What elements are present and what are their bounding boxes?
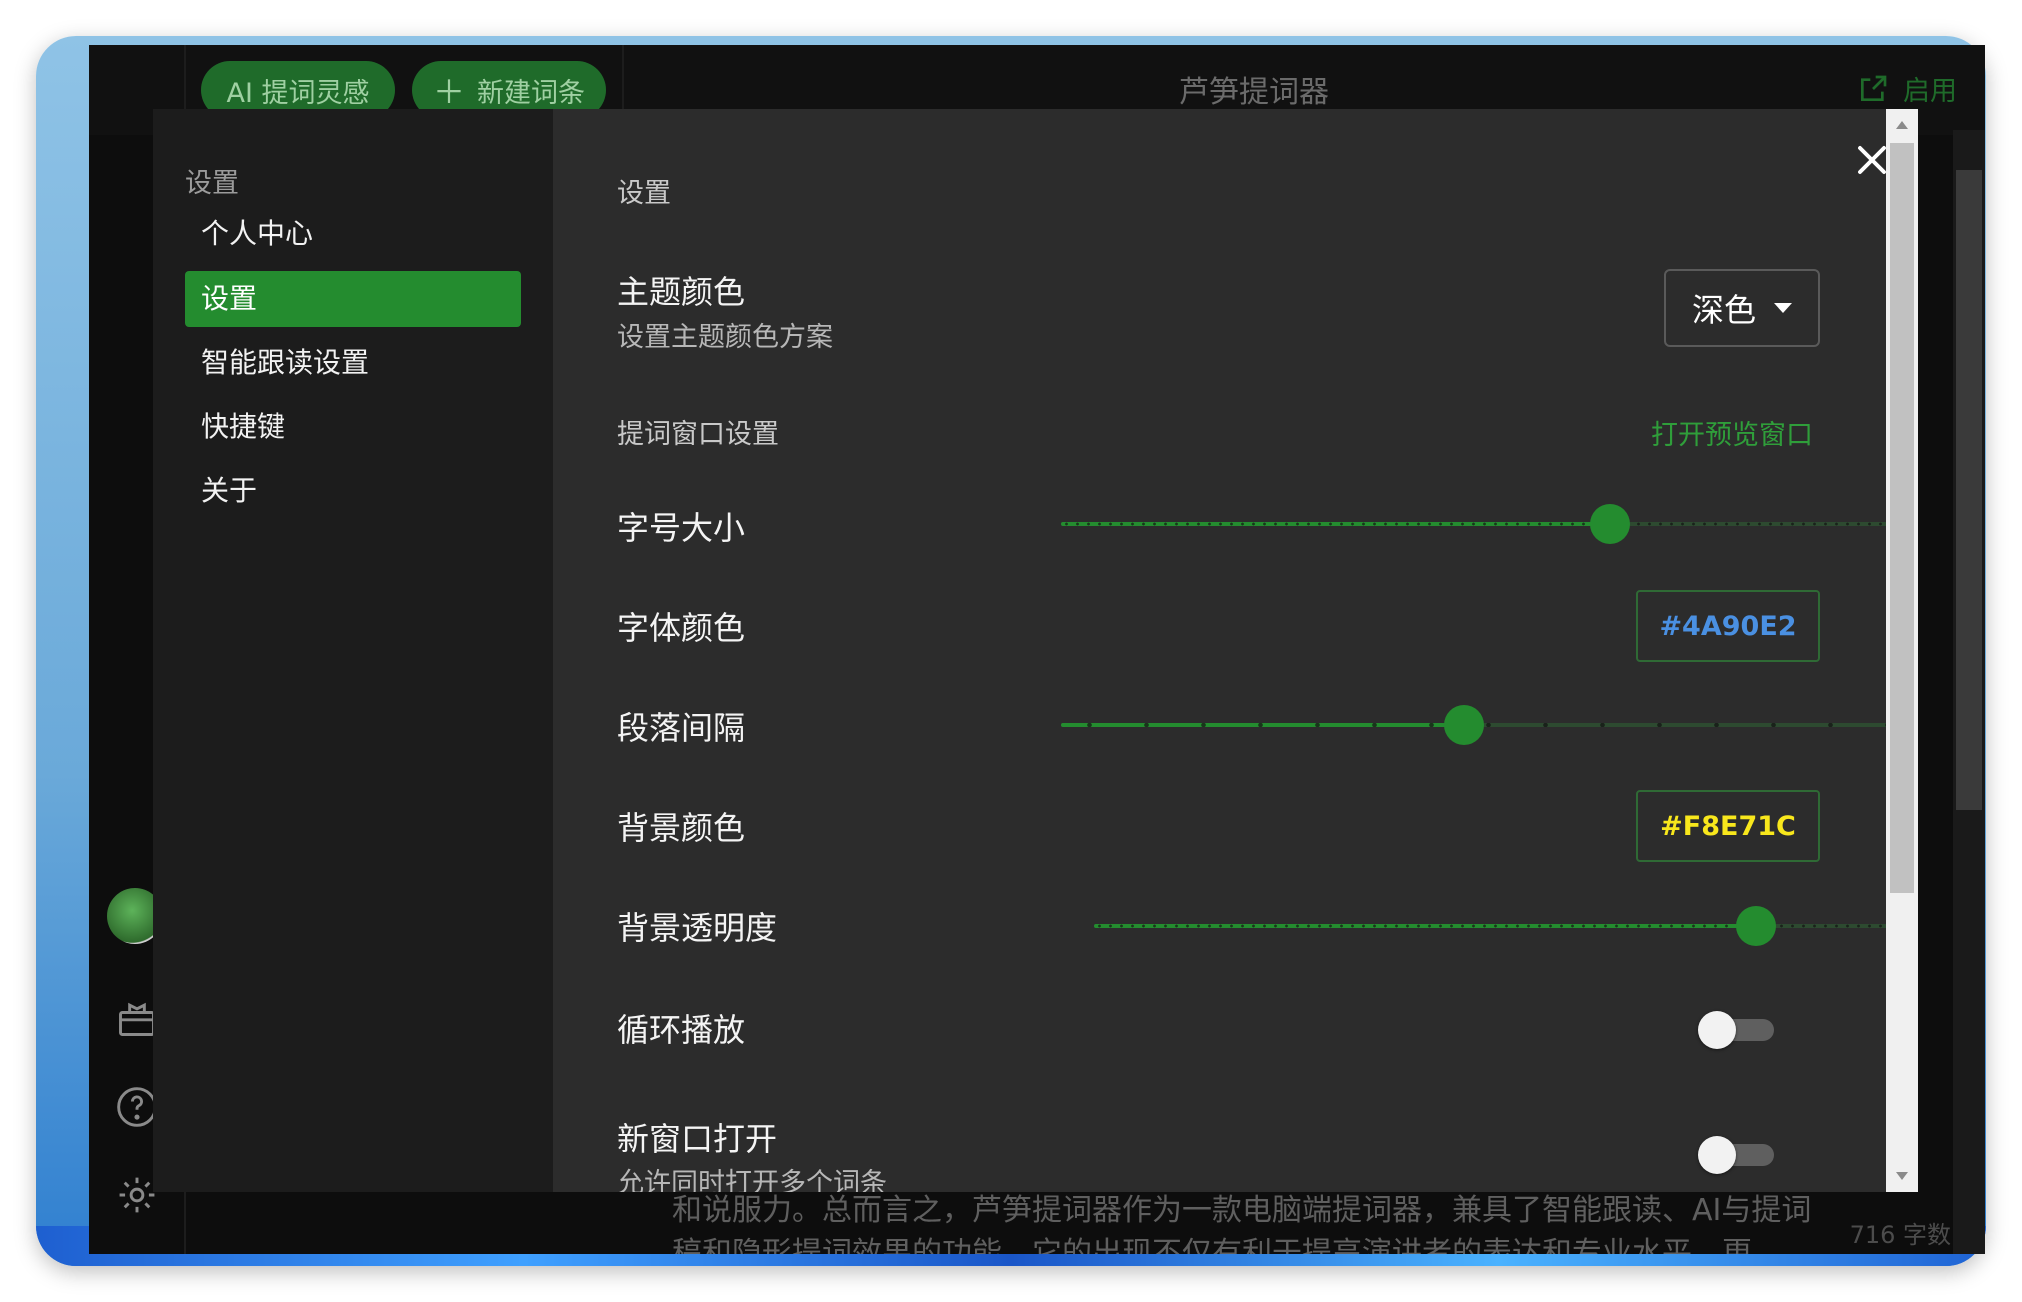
app-scrollbar[interactable] (1953, 130, 1985, 1254)
scroll-up-icon[interactable] (1896, 121, 1908, 129)
dialog-scrollbar[interactable] (1886, 109, 1918, 1192)
word-count: 716 字数 (1849, 1221, 1951, 1249)
slider-ticks (1094, 924, 1918, 928)
slider-ticks (1061, 522, 1918, 526)
loop-play-label: 循环播放 (617, 1011, 746, 1049)
slider-thumb[interactable] (1443, 705, 1484, 745)
nav-item-shortcuts[interactable]: 快捷键 (185, 399, 521, 455)
font-color-picker[interactable]: #4A90E2 (1636, 590, 1820, 662)
close-icon[interactable] (1854, 142, 1890, 178)
new-window-label: 新窗口打开 (617, 1120, 778, 1158)
nav-item-profile[interactable]: 个人中心 (185, 206, 521, 262)
font-size-label: 字号大小 (617, 509, 746, 547)
loop-play-toggle[interactable] (1698, 1011, 1774, 1049)
paragraph-spacing-label: 段落间隔 (617, 709, 746, 747)
bg-opacity-slider[interactable] (1094, 906, 1918, 946)
app-scrollbar-thumb[interactable] (1956, 170, 1982, 810)
app-title: 芦笋提词器 (1179, 75, 1329, 110)
window-section-label: 提词窗口设置 (617, 419, 779, 450)
toggle-knob (1698, 1011, 1736, 1049)
slider-thumb[interactable] (1590, 504, 1630, 544)
nav-heading: 设置 (185, 168, 239, 199)
font-color-label: 字体颜色 (617, 609, 746, 647)
bg-color-label: 背景颜色 (617, 809, 746, 847)
settings-nav: 设置 个人中心 设置 智能跟读设置 快捷键 关于 (153, 109, 553, 1192)
paragraph-spacing-slider[interactable] (1061, 705, 1918, 745)
theme-select[interactable]: 深色 (1664, 269, 1820, 347)
nav-item-about[interactable]: 关于 (185, 463, 521, 519)
scroll-down-icon[interactable] (1896, 1172, 1908, 1180)
nav-item-smart-follow[interactable]: 智能跟读设置 (185, 335, 521, 391)
nav-item-settings[interactable]: 设置 (185, 271, 521, 327)
settings-dialog: 设置 个人中心 设置 智能跟读设置 快捷键 关于 设置 主题颜色 设置主题颜色方… (153, 109, 1918, 1192)
theme-label: 主题颜色 (617, 273, 746, 311)
bg-opacity-label: 背景透明度 (617, 909, 778, 947)
theme-select-value: 深色 (1691, 291, 1756, 329)
bg-color-picker[interactable]: #F8E71C (1636, 790, 1820, 862)
new-entry-label: 新建词条 (477, 77, 585, 109)
launch-button[interactable]: 启用 (1857, 69, 1957, 108)
new-window-sub: 允许同时打开多个词条 (617, 1168, 887, 1192)
new-window-toggle[interactable] (1698, 1136, 1774, 1174)
slider-thumb[interactable] (1735, 906, 1776, 946)
toggle-knob (1698, 1136, 1736, 1174)
theme-sub: 设置主题颜色方案 (617, 322, 833, 353)
launch-label: 启用 (1903, 76, 1957, 107)
dialog-scrollbar-thumb[interactable] (1890, 143, 1914, 893)
caret-down-icon (1774, 303, 1792, 313)
settings-content: 设置 主题颜色 设置主题颜色方案 深色 提词窗口设置 打开预览窗口 字号大小 字… (553, 109, 1918, 1192)
ai-inspiration-label: AI 提词灵感 (226, 77, 370, 109)
document-text-line: 稿和隐形提词效果的功能，它的出现不仅有利于提高演讲者的表达和专业水平，更 (672, 1236, 1752, 1254)
font-size-slider[interactable] (1061, 504, 1918, 544)
content-title: 设置 (617, 178, 671, 209)
external-link-icon (1861, 75, 1887, 101)
open-preview-link[interactable]: 打开预览窗口 (1651, 413, 1813, 452)
plus-icon: ＋ (432, 73, 465, 111)
slider-ticks (1061, 723, 1918, 727)
